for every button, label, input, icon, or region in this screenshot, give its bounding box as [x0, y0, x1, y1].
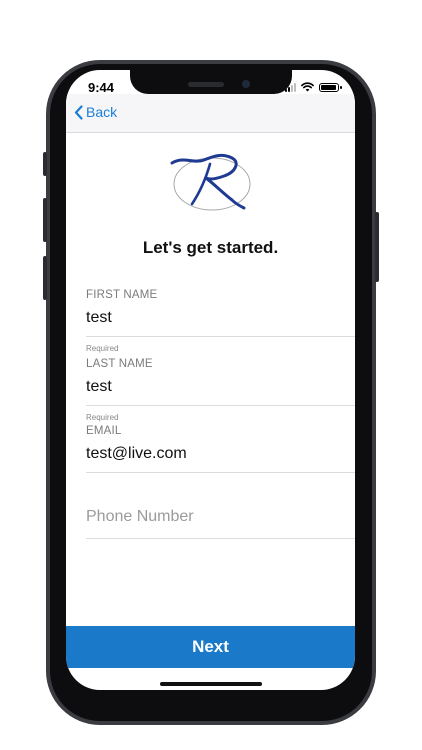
first-name-helper: Required — [86, 344, 119, 353]
battery-icon — [319, 82, 342, 92]
last-name-field: LAST NAME — [86, 358, 355, 406]
front-camera — [242, 80, 250, 88]
volume-up-button — [43, 198, 47, 242]
app-screen: 9:44 Back Let's get started. FIRST NAME — [66, 70, 355, 690]
last-name-helper: Required — [86, 413, 119, 422]
chevron-left-icon — [74, 104, 83, 120]
page-title: Let's get started. — [142, 238, 279, 257]
cellular-signal-icon — [285, 82, 296, 92]
navigation-bar: Back — [66, 94, 355, 133]
email-label: EMAIL — [86, 425, 122, 437]
last-name-underline — [86, 405, 355, 406]
notch — [130, 70, 292, 94]
phone-field — [86, 508, 355, 539]
status-time: 9:44 — [88, 80, 115, 95]
speaker-grille — [188, 82, 224, 87]
company-logo — [170, 153, 251, 211]
last-name-label: LAST NAME — [86, 358, 153, 370]
email-field: EMAIL — [86, 425, 355, 473]
home-indicator — [160, 682, 262, 686]
email-underline — [86, 472, 355, 473]
wifi-icon — [301, 82, 314, 92]
next-button[interactable]: Next — [66, 626, 355, 668]
first-name-field: FIRST NAME — [86, 289, 355, 337]
phone-number-input[interactable] — [86, 508, 355, 526]
back-button[interactable]: Back — [74, 104, 117, 120]
back-label: Back — [86, 104, 118, 120]
phone-underline — [86, 538, 355, 539]
volume-down-button — [43, 256, 47, 300]
first-name-underline — [86, 336, 355, 337]
mute-switch — [43, 152, 47, 176]
first-name-input[interactable] — [86, 309, 355, 327]
last-name-input[interactable] — [86, 378, 355, 396]
status-icons — [285, 81, 342, 93]
first-name-label: FIRST NAME — [86, 289, 158, 301]
email-input[interactable] — [86, 445, 355, 463]
power-button — [375, 212, 379, 282]
